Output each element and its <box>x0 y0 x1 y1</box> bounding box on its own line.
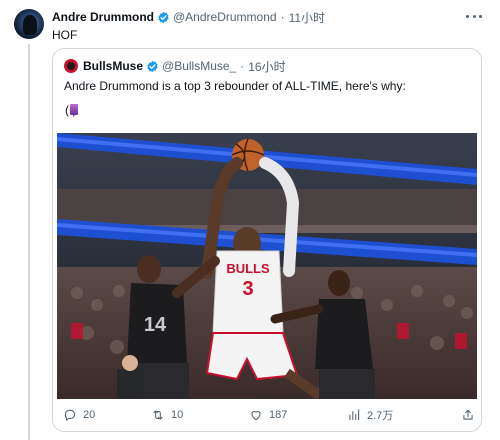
quoted-emoji-line: ( ) <box>65 103 78 117</box>
author-name[interactable]: Andre Drummond <box>52 10 154 24</box>
author-handle[interactable]: @AndreDrummond <box>173 10 277 24</box>
tweet-photo[interactable]: BULLS 3 14 <box>57 133 477 399</box>
share-icon <box>463 409 473 420</box>
like-count: 187 <box>269 409 288 421</box>
more-icon[interactable] <box>466 10 482 22</box>
like-button[interactable]: 187 <box>249 407 287 423</box>
emoji-glyph-icon <box>70 104 78 115</box>
separator-dot: · <box>240 59 245 73</box>
reply-icon <box>64 409 76 421</box>
basketball-photo-illustration: BULLS 3 14 <box>57 133 477 399</box>
defender-number-text: 14 <box>144 314 167 336</box>
like-icon <box>251 411 261 421</box>
jersey-team-text: BULLS <box>226 261 270 276</box>
views-icon <box>349 409 360 421</box>
reply-count: 20 <box>83 409 96 421</box>
tweet-action-bar: 20 10 187 2.7万 <box>53 403 481 427</box>
quoted-author-name[interactable]: BullsMuse <box>83 59 143 73</box>
retweet-count: 10 <box>171 409 184 421</box>
retweet-icon <box>153 410 163 420</box>
separator-dot: · <box>280 10 285 24</box>
views-count: 2.7万 <box>367 410 394 422</box>
quoted-tweet-header: BullsMuse @BullsMuse_ · 16小时 <box>64 58 286 74</box>
jersey-number-text: 3 <box>242 278 253 300</box>
quoted-author-avatar[interactable] <box>64 59 78 73</box>
quoted-tweet-card[interactable]: BullsMuse @BullsMuse_ · 16小时 Andre Drumm… <box>52 48 482 432</box>
tweet-header: Andre Drummond @AndreDrummond · 11小时 <box>52 9 325 25</box>
share-button[interactable] <box>461 407 475 423</box>
views-button[interactable]: 2.7万 <box>347 407 393 423</box>
quoted-author-handle[interactable]: @BullsMuse_ <box>162 59 236 73</box>
author-avatar[interactable] <box>14 9 44 39</box>
quoted-tweet-text: Andre Drummond is a top 3 rebounder of A… <box>64 79 406 93</box>
thread-line <box>28 44 30 440</box>
tweet-text: HOF <box>52 28 78 42</box>
verified-badge-icon <box>147 60 158 72</box>
reply-button[interactable]: 20 <box>63 407 95 423</box>
quoted-timestamp[interactable]: 16小时 <box>248 58 285 75</box>
verified-badge-icon <box>158 11 169 23</box>
tweet-timestamp[interactable]: 11小时 <box>289 9 325 26</box>
retweet-button[interactable]: 10 <box>151 407 183 423</box>
tweet[interactable]: Andre Drummond @AndreDrummond · 11小时 HOF… <box>0 0 500 440</box>
